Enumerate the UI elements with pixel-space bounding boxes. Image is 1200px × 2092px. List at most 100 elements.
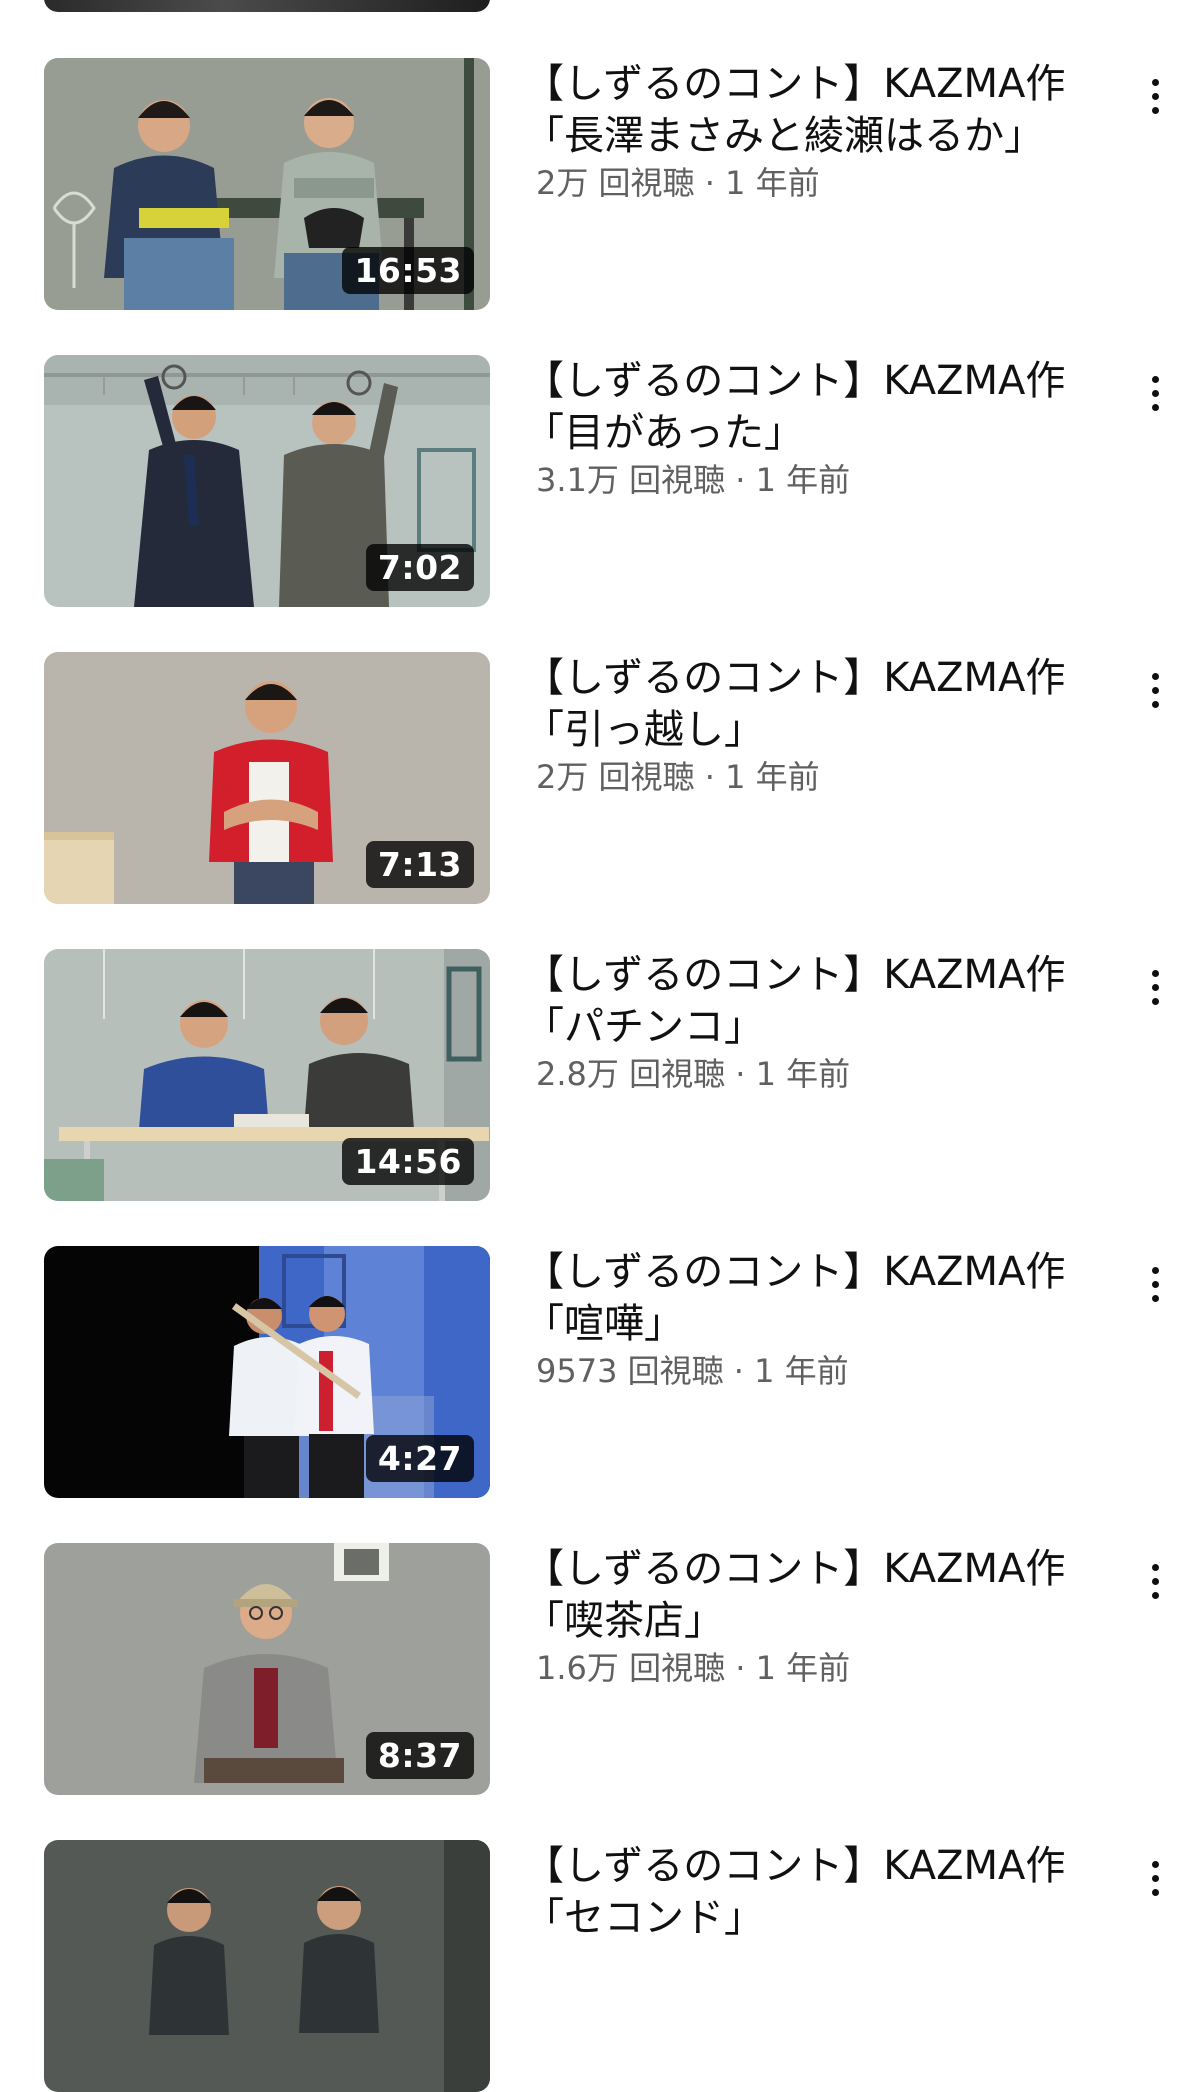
video-duration: 8:37	[365, 1732, 474, 1779]
more-vert-icon[interactable]	[1140, 662, 1170, 718]
video-duration: 4:27	[365, 1435, 474, 1482]
view-count: 2万 回視聴	[536, 164, 695, 202]
dot	[1151, 1266, 1159, 1274]
video-title[interactable]: 【しずるのコント】KAZMA作 「引っ越し」	[524, 652, 1084, 756]
video-duration: 16:53	[342, 247, 474, 294]
more-vert-icon[interactable]	[1140, 68, 1170, 124]
dot	[1151, 686, 1159, 694]
dot	[1151, 1591, 1159, 1599]
video-meta[interactable]: 【しずるのコント】KAZMA作 「長澤まさみと綾瀬はるか」 2万 回視聴 · 1…	[524, 58, 1084, 204]
dot	[1151, 1874, 1159, 1882]
video-thumbnail[interactable]: 8:37	[44, 1543, 490, 1795]
view-count: 2万 回視聴	[536, 758, 695, 796]
video-meta[interactable]: 【しずるのコント】KAZMA作 「目があった」 3.1万 回視聴 · 1 年前	[524, 355, 1084, 501]
video-title-line: 「喫茶店」	[524, 1598, 724, 1644]
video-title-line: 【しずるのコント】KAZMA作	[524, 1249, 1066, 1295]
video-duration: 7:02	[365, 544, 474, 591]
video-title-line: 【しずるのコント】KAZMA作	[524, 1546, 1066, 1592]
video-thumbnail[interactable]	[44, 1840, 490, 2092]
stats-separator: ·	[725, 1055, 756, 1093]
more-vert-icon[interactable]	[1140, 959, 1170, 1015]
video-title-line: 【しずるのコント】KAZMA作	[524, 655, 1066, 701]
video-title[interactable]: 【しずるのコント】KAZMA作 「パチンコ」	[524, 949, 1084, 1053]
dot	[1151, 1563, 1159, 1571]
video-meta[interactable]: 【しずるのコント】KAZMA作 「喫茶店」 1.6万 回視聴 · 1 年前	[524, 1543, 1084, 1689]
view-count: 2.8万 回視聴	[536, 1055, 726, 1093]
more-vert-icon[interactable]	[1140, 1553, 1170, 1609]
video-item[interactable]: 16:53 【しずるのコント】KAZMA作 「長澤まさみと綾瀬はるか」 2万 回…	[0, 58, 1200, 310]
dot	[1151, 403, 1159, 411]
video-item[interactable]: 8:37 【しずるのコント】KAZMA作 「喫茶店」 1.6万 回視聴 · 1 …	[0, 1543, 1200, 1795]
dot	[1151, 106, 1159, 114]
view-count: 1.6万 回視聴	[536, 1649, 726, 1687]
video-meta[interactable]: 【しずるのコント】KAZMA作 「喧嘩」 9573 回視聴 · 1 年前	[524, 1246, 1084, 1392]
dot	[1151, 700, 1159, 708]
dot	[1151, 92, 1159, 100]
previous-video-thumbnail[interactable]	[44, 0, 490, 12]
video-duration: 7:13	[365, 841, 474, 888]
video-title-line: 「目があった」	[524, 410, 804, 456]
video-meta[interactable]: 【しずるのコント】KAZMA作 「引っ越し」 2万 回視聴 · 1 年前	[524, 652, 1084, 798]
dot	[1151, 1294, 1159, 1302]
dot	[1151, 983, 1159, 991]
video-stats: 1.6万 回視聴 · 1 年前	[524, 1647, 1084, 1689]
video-stats: 3.1万 回視聴 · 1 年前	[524, 459, 1084, 501]
video-title[interactable]: 【しずるのコント】KAZMA作 「長澤まさみと綾瀬はるか」	[524, 58, 1084, 162]
video-title-line: 「喧嘩」	[524, 1301, 684, 1347]
more-vert-icon[interactable]	[1140, 1256, 1170, 1312]
dot	[1151, 1888, 1159, 1896]
dot	[1151, 1860, 1159, 1868]
more-vert-icon[interactable]	[1140, 365, 1170, 421]
dot	[1151, 389, 1159, 397]
thumbnail-image	[44, 1840, 490, 2092]
video-stats: 9573 回視聴 · 1 年前	[524, 1350, 1084, 1392]
upload-age: 1 年前	[755, 1649, 851, 1687]
dot	[1151, 969, 1159, 977]
dot	[1151, 78, 1159, 86]
video-thumbnail[interactable]: 7:02	[44, 355, 490, 607]
stats-separator: ·	[725, 461, 756, 499]
video-thumbnail[interactable]: 16:53	[44, 58, 490, 310]
video-duration: 14:56	[342, 1138, 474, 1185]
video-stats: 2.8万 回視聴 · 1 年前	[524, 1053, 1084, 1095]
dot	[1151, 1577, 1159, 1585]
video-title[interactable]: 【しずるのコント】KAZMA作 「セコンド」	[524, 1840, 1084, 1944]
video-stats: 2万 回視聴 · 1 年前	[524, 162, 1084, 204]
video-item[interactable]: 4:27 【しずるのコント】KAZMA作 「喧嘩」 9573 回視聴 · 1 年…	[0, 1246, 1200, 1498]
stats-separator: ·	[725, 1649, 756, 1687]
video-title[interactable]: 【しずるのコント】KAZMA作 「目があった」	[524, 355, 1084, 459]
video-title-line: 「長澤まさみと綾瀬はるか」	[524, 113, 1044, 159]
video-item[interactable]: 【しずるのコント】KAZMA作 「セコンド」	[0, 1840, 1200, 2092]
stats-separator: ·	[694, 164, 726, 202]
dot	[1151, 1280, 1159, 1288]
video-title-line: 「セコンド」	[524, 1895, 764, 1941]
video-title[interactable]: 【しずるのコント】KAZMA作 「喧嘩」	[524, 1246, 1084, 1350]
video-title-line: 【しずるのコント】KAZMA作	[524, 358, 1066, 404]
view-count: 3.1万 回視聴	[536, 461, 726, 499]
video-item[interactable]: 14:56 【しずるのコント】KAZMA作 「パチンコ」 2.8万 回視聴 · …	[0, 949, 1200, 1201]
video-thumbnail[interactable]: 4:27	[44, 1246, 490, 1498]
video-title-line: 【しずるのコント】KAZMA作	[524, 1843, 1066, 1889]
upload-age: 1 年前	[754, 1352, 849, 1390]
more-vert-icon[interactable]	[1140, 1850, 1170, 1906]
dot	[1151, 997, 1159, 1005]
video-title-line: 【しずるのコント】KAZMA作	[524, 61, 1066, 107]
upload-age: 1 年前	[725, 758, 820, 796]
video-title[interactable]: 【しずるのコント】KAZMA作 「喫茶店」	[524, 1543, 1084, 1647]
video-stats: 2万 回視聴 · 1 年前	[524, 756, 1084, 798]
dot	[1151, 375, 1159, 383]
video-thumbnail[interactable]: 7:13	[44, 652, 490, 904]
video-meta[interactable]: 【しずるのコント】KAZMA作 「セコンド」	[524, 1840, 1084, 1944]
video-item[interactable]: 7:13 【しずるのコント】KAZMA作 「引っ越し」 2万 回視聴 · 1 年…	[0, 652, 1200, 904]
dot	[1151, 672, 1159, 680]
upload-age: 1 年前	[755, 461, 851, 499]
upload-age: 1 年前	[725, 164, 820, 202]
video-title-line: 【しずるのコント】KAZMA作	[524, 952, 1066, 998]
video-thumbnail[interactable]: 14:56	[44, 949, 490, 1201]
video-meta[interactable]: 【しずるのコント】KAZMA作 「パチンコ」 2.8万 回視聴 · 1 年前	[524, 949, 1084, 1095]
stats-separator: ·	[723, 1352, 755, 1390]
video-item[interactable]: 7:02 【しずるのコント】KAZMA作 「目があった」 3.1万 回視聴 · …	[0, 355, 1200, 607]
view-count: 9573 回視聴	[536, 1352, 724, 1390]
video-title-line: 「引っ越し」	[524, 707, 764, 753]
stats-separator: ·	[694, 758, 726, 796]
